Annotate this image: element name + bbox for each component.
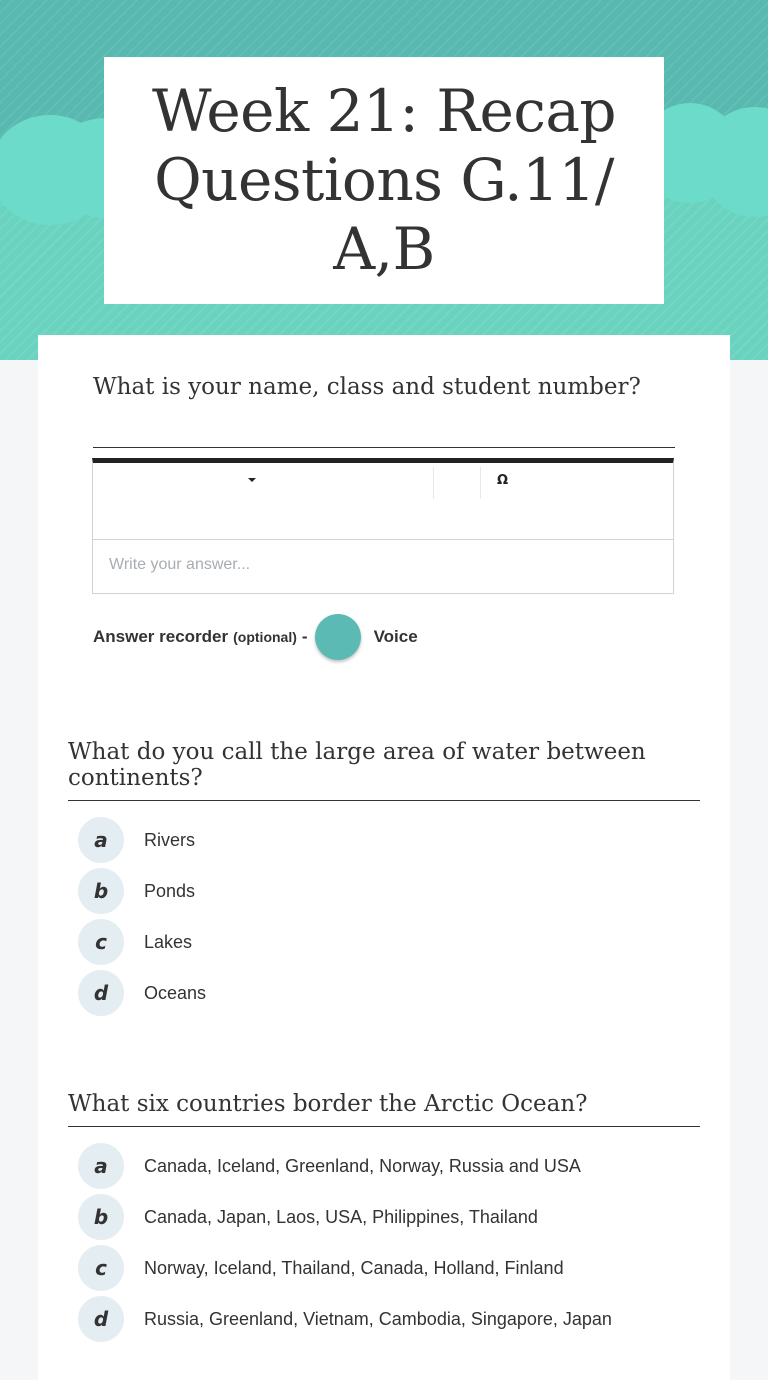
option-d[interactable]: d Russia, Greenland, Vietnam, Cambodia, … [68, 1296, 700, 1342]
option-letter-badge: a [78, 817, 124, 863]
option-b[interactable]: b Ponds [68, 868, 700, 914]
voice-label: Voice [373, 627, 418, 646]
question-3: What six countries border the Arctic Oce… [68, 1091, 700, 1347]
option-letter-badge: a [78, 1143, 124, 1189]
option-text: Russia, Greenland, Vietnam, Cambodia, Si… [144, 1308, 612, 1329]
option-text: Oceans [144, 982, 207, 1003]
option-d[interactable]: d Oceans [68, 970, 700, 1016]
option-letter-badge: d [78, 970, 124, 1016]
title-card: Week 21: Recap Questions G.11/ A,B [104, 57, 664, 304]
option-letter-badge: d [78, 1296, 124, 1342]
caret-down-icon[interactable] [248, 478, 256, 482]
question-2: What do you call the large area of water… [68, 739, 700, 1021]
question-3-text: What six countries border the Arctic Oce… [68, 1091, 700, 1127]
question-2-text: What do you call the large area of water… [68, 739, 700, 801]
toolbar-divider [433, 467, 434, 499]
option-letter-badge: b [78, 1194, 124, 1240]
option-text: Canada, Japan, Laos, USA, Philippines, T… [144, 1206, 538, 1227]
question-3-options: a Canada, Iceland, Greenland, Norway, Ru… [68, 1143, 700, 1342]
option-letter-badge: c [78, 1245, 124, 1291]
record-voice-button[interactable] [314, 614, 361, 660]
question-2-options: a Rivers b Ponds c Lakes d Oceans [68, 817, 700, 1016]
answer-underline [93, 447, 675, 448]
question-1-text: What is your name, class and student num… [93, 374, 641, 400]
option-text: Rivers [144, 829, 196, 850]
option-c[interactable]: c Lakes [68, 919, 700, 965]
option-b[interactable]: b Canada, Japan, Laos, USA, Philippines,… [68, 1194, 700, 1240]
option-a[interactable]: a Canada, Iceland, Greenland, Norway, Ru… [68, 1143, 700, 1189]
option-text: Lakes [144, 931, 193, 952]
toolbar-divider [480, 467, 481, 499]
special-character-button[interactable]: Ω [497, 473, 508, 488]
answer-editor: Ω Write your answer... [92, 458, 674, 594]
editor-toolbar: Ω [93, 463, 673, 503]
recorder-label: Answer recorder [93, 627, 229, 646]
option-text: Canada, Iceland, Greenland, Norway, Russ… [144, 1155, 581, 1176]
worksheet-sheet: What is your name, class and student num… [38, 335, 730, 1380]
option-a[interactable]: a Rivers [68, 817, 700, 863]
recorder-dash: - [301, 627, 308, 646]
answer-recorder: Answer recorder (optional) - Voice [93, 613, 418, 661]
question-1: What is your name, class and student num… [93, 373, 675, 401]
option-text: Norway, Iceland, Thailand, Canada, Holla… [144, 1257, 564, 1278]
option-c[interactable]: c Norway, Iceland, Thailand, Canada, Hol… [68, 1245, 700, 1291]
answer-input[interactable]: Write your answer... [93, 539, 673, 593]
option-letter-badge: b [78, 868, 124, 914]
recorder-optional-label: (optional) [233, 629, 297, 645]
option-letter-badge: c [78, 919, 124, 965]
option-text: Ponds [144, 880, 196, 901]
worksheet-title: Week 21: Recap Questions G.11/ A,B [151, 77, 617, 283]
